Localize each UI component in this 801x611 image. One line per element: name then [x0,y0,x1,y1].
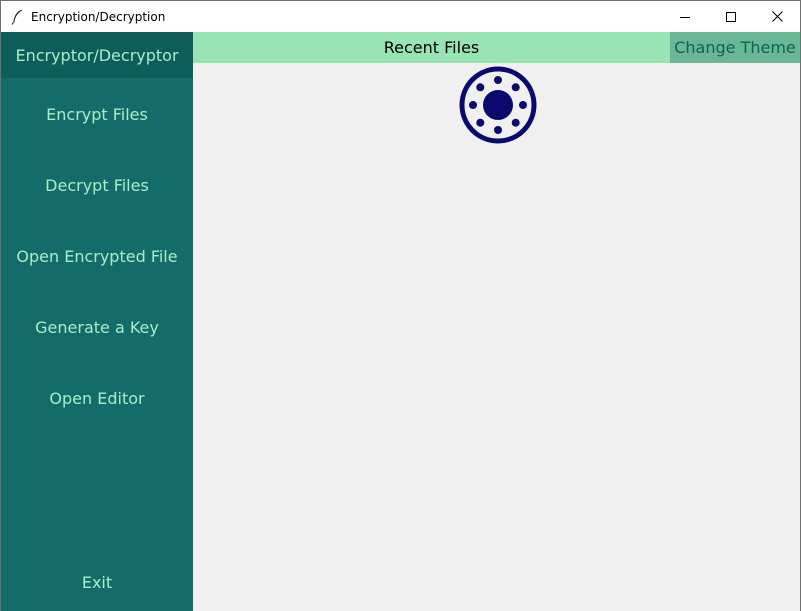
top-bar: Recent Files Change Theme [193,32,800,63]
window-title: Encryption/Decryption [31,10,166,24]
exit-button[interactable]: Exit [1,562,193,602]
maximize-button[interactable] [708,1,754,32]
open-editor-button[interactable]: Open Editor [1,378,193,418]
change-theme-button[interactable]: Change Theme [670,32,800,63]
minimize-icon [680,12,690,22]
minimize-button[interactable] [662,1,708,32]
loading-spinner-icon [458,65,538,145]
recent-files-title: Recent Files [383,38,480,57]
feather-icon [11,9,23,25]
decrypt-files-button[interactable]: Decrypt Files [1,165,193,205]
encrypt-files-button[interactable]: Encrypt Files [1,94,193,134]
generate-key-button[interactable]: Generate a Key [1,307,193,347]
recent-files-panel [193,63,800,611]
close-icon [771,11,783,22]
sidebar-header: Encryptor/Decryptor [1,32,193,78]
sidebar: Encryptor/Decryptor Encrypt Files Decryp… [1,32,193,611]
maximize-icon [726,11,736,22]
app-window: Encryption/Decryption Encryptor/Decrypto… [0,0,801,611]
close-button[interactable] [754,1,800,32]
title-bar[interactable]: Encryption/Decryption [1,1,800,32]
open-encrypted-file-button[interactable]: Open Encrypted File [1,236,193,276]
